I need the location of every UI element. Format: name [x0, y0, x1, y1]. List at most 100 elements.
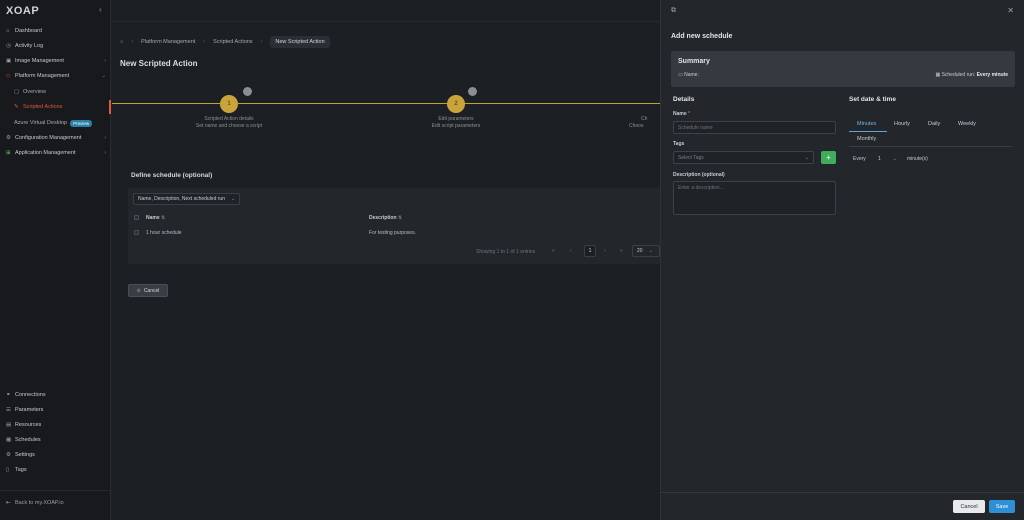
- step-3-subtitle: Choos: [629, 123, 644, 129]
- sidebar-item-label: Tags: [15, 467, 27, 473]
- sidebar-item-schedules[interactable]: ▦ Schedules: [0, 433, 111, 447]
- chevron-right-icon: ›: [104, 135, 106, 141]
- sidebar-item-label: Configuration Management: [15, 135, 82, 141]
- exit-icon: ⇤: [6, 500, 11, 506]
- sidebar-item-image-management[interactable]: ▣ Image Management ›: [0, 54, 111, 68]
- tab-hourly[interactable]: Hourly: [894, 121, 910, 127]
- first-page-icon[interactable]: «: [552, 248, 555, 254]
- tab-monthly[interactable]: Monthly: [857, 136, 876, 142]
- calendar-icon: ▦: [6, 437, 12, 443]
- select-all-checkbox[interactable]: [134, 215, 139, 220]
- column-header-name[interactable]: Name ⇅: [146, 215, 165, 221]
- breadcrumb: ⌂ › Platform Management › Scripted Actio…: [120, 36, 330, 48]
- xoap-logo[interactable]: XOAP: [6, 5, 39, 17]
- every-label: Every: [853, 156, 866, 162]
- chevron-down-icon: ⌄: [892, 156, 897, 162]
- sidebar-item-label: Resources: [15, 422, 42, 428]
- stepper-line: [112, 103, 660, 104]
- summary-scheduled-run: ▦ Scheduled run: Every minute: [935, 72, 1008, 78]
- last-page-icon[interactable]: »: [620, 248, 623, 254]
- sidebar-item-label: Parameters: [15, 407, 44, 413]
- step-1-circle[interactable]: 1: [220, 95, 238, 113]
- overview-icon: ▢: [14, 89, 20, 95]
- step-2-status-dot: [468, 87, 477, 96]
- top-bar: [112, 0, 660, 22]
- home-icon[interactable]: ⌂: [120, 39, 123, 45]
- sidebar-item-scripted-actions[interactable]: ✎ Scripted Actions: [0, 100, 111, 114]
- drawer-cancel-button[interactable]: Cancel: [953, 500, 985, 513]
- platform-icon: ◇: [6, 73, 11, 79]
- column-select-value: Name, Description, Next scheduled run: [138, 196, 225, 202]
- tab-minutes[interactable]: Minutes: [857, 121, 876, 127]
- back-to-xoap-link[interactable]: ⇤ Back to my.XOAP.io: [0, 496, 111, 510]
- tags-select-placeholder: Select Tags: [678, 154, 704, 161]
- sort-icon: ⇅: [397, 215, 403, 221]
- tags-label: Tags: [673, 141, 685, 147]
- page-size-select[interactable]: 20 ⌄: [632, 245, 660, 257]
- sidebar-item-configuration-management[interactable]: ⚙ Configuration Management ›: [0, 131, 111, 145]
- page-title: New Scripted Action: [120, 59, 198, 68]
- schedule-name-input[interactable]: [673, 121, 836, 134]
- sidebar-item-label: Scripted Actions: [23, 104, 63, 110]
- tabs-divider: [849, 146, 1012, 147]
- step-1-status-dot: [243, 87, 252, 96]
- home-icon: ⌂: [6, 28, 10, 34]
- list-icon: ☰: [6, 407, 11, 413]
- chevron-down-icon: ⌄: [648, 248, 653, 254]
- sidebar-item-label: Dashboard: [15, 28, 42, 34]
- sidebar-item-settings[interactable]: ⚙ Settings: [0, 448, 111, 462]
- sidebar-item-application-management[interactable]: ⊞ Application Management ›: [0, 146, 111, 160]
- sidebar-item-dashboard[interactable]: ⌂ Dashboard: [0, 24, 111, 38]
- sidebar-item-parameters[interactable]: ☰ Parameters: [0, 403, 111, 417]
- save-button[interactable]: Save: [989, 500, 1015, 513]
- interval-select[interactable]: 1 ⌄: [878, 153, 904, 165]
- sidebar-item-activity-log[interactable]: ◷ Activity Log: [0, 39, 111, 53]
- summary-run-label: Scheduled run:: [941, 72, 976, 78]
- sidebar-item-label: Schedules: [15, 437, 41, 443]
- add-schedule-drawer: ⧉ ✕ Add new schedule Summary ▭ Name: ▦ S…: [660, 0, 1024, 520]
- schedule-table-card: Name, Description, Next scheduled run ⌄ …: [128, 188, 660, 264]
- tab-weekly[interactable]: Weekly: [958, 121, 976, 127]
- drawer-footer-divider: [661, 492, 1024, 493]
- page-button-current[interactable]: 1: [584, 245, 596, 257]
- sidebar-item-overview[interactable]: ▢ Overview: [0, 85, 111, 99]
- tab-daily[interactable]: Daily: [928, 121, 940, 127]
- cancel-button-label: Cancel: [143, 287, 160, 294]
- summary-name-label: Name:: [684, 72, 699, 78]
- breadcrumb-item[interactable]: Platform Management: [141, 39, 195, 45]
- tags-select[interactable]: Select Tags ⌄: [673, 151, 814, 164]
- sidebar-item-azure-virtual-desktop[interactable]: Azure Virtual Desktop Preview: [0, 116, 111, 130]
- sidebar-item-label: Image Management: [15, 58, 64, 64]
- sidebar-item-label: Settings: [15, 452, 35, 458]
- add-tag-button[interactable]: +: [821, 151, 836, 164]
- sidebar-item-label: Connections: [15, 392, 46, 398]
- id-card-icon: ▭: [678, 72, 683, 78]
- breadcrumb-item[interactable]: Scripted Actions: [213, 39, 252, 45]
- step-2-circle[interactable]: 2: [447, 95, 465, 113]
- chevron-right-icon: ›: [104, 150, 106, 156]
- next-page-icon[interactable]: ›: [604, 248, 606, 254]
- row-checkbox[interactable]: [134, 230, 139, 235]
- column-select[interactable]: Name, Description, Next scheduled run ⌄: [133, 193, 241, 205]
- expand-icon[interactable]: ⧉: [671, 7, 676, 15]
- chevron-right-icon: ›: [203, 39, 206, 45]
- sidebar-item-connections[interactable]: ⚭ Connections: [0, 388, 111, 402]
- chevron-right-icon: ›: [131, 39, 134, 45]
- sidebar-item-resources[interactable]: ▤ Resources: [0, 418, 111, 432]
- active-tab-indicator: [849, 131, 887, 132]
- collapse-sidebar-icon[interactable]: ‹: [99, 5, 102, 14]
- frequency-tabs: Minutes Hourly Daily Weekly Monthly: [849, 117, 1012, 147]
- sidebar-item-tags[interactable]: ▯ Tags: [0, 463, 111, 477]
- column-header-description[interactable]: Description ⇅: [369, 215, 402, 221]
- description-textarea[interactable]: [673, 181, 836, 215]
- sidebar-item-label: Overview: [23, 89, 46, 95]
- description-label: Description (optional): [673, 172, 725, 178]
- sidebar-item-platform-management[interactable]: ◇ Platform Management ⌄: [0, 69, 111, 83]
- chevron-down-icon: ⌄: [231, 196, 236, 202]
- sidebar-item-label: Azure Virtual Desktop: [14, 120, 68, 126]
- prev-page-icon[interactable]: ‹: [570, 248, 572, 254]
- close-icon[interactable]: ✕: [1007, 6, 1014, 15]
- cancel-button[interactable]: ⊘ Cancel: [128, 284, 168, 297]
- gear-icon: ⚙: [6, 452, 11, 458]
- name-label: Name *: [673, 111, 690, 117]
